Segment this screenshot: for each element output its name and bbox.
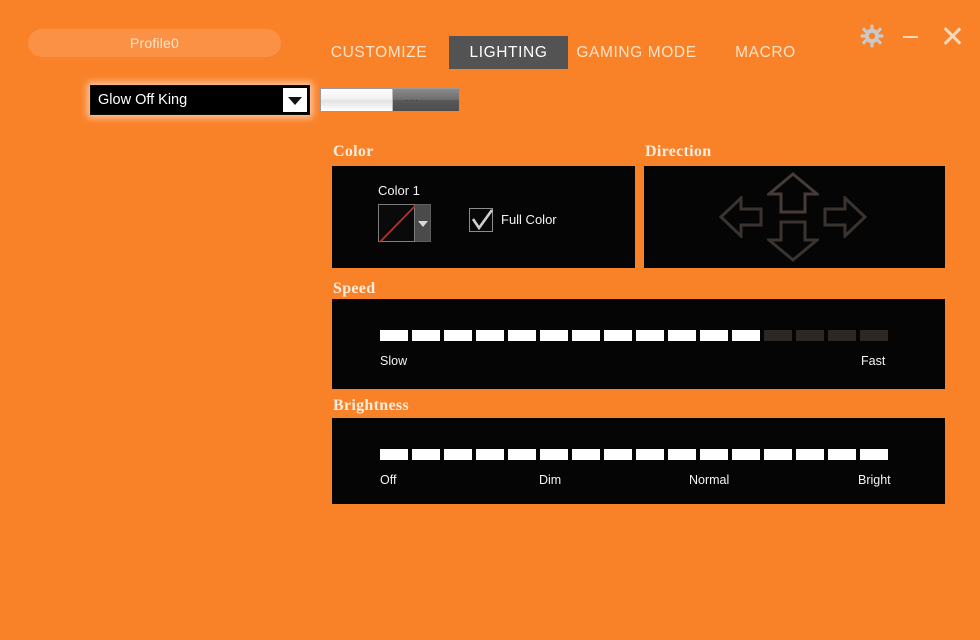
tab-customize[interactable]: CUSTOMIZE [325, 36, 433, 69]
brightness-segment[interactable] [444, 449, 472, 460]
brightness-segment[interactable] [412, 449, 440, 460]
brightness-slider[interactable] [380, 449, 888, 460]
speed-segment[interactable] [476, 330, 504, 341]
chevron-down-icon[interactable] [283, 88, 307, 112]
speed-segment[interactable] [604, 330, 632, 341]
speed-segment[interactable] [732, 330, 760, 341]
direction-section-label: Direction [645, 143, 712, 160]
brightness-segment[interactable] [700, 449, 728, 460]
brightness-segment[interactable] [828, 449, 856, 460]
color-section-label: Color [333, 143, 374, 160]
speed-segment[interactable] [380, 330, 408, 341]
color1-swatch-group[interactable] [378, 204, 431, 243]
brightness-segment[interactable] [572, 449, 600, 460]
brightness-segment[interactable] [732, 449, 760, 460]
brightness-segment[interactable] [636, 449, 664, 460]
effect-dropdown[interactable]: Glow Off King [90, 85, 310, 115]
minimize-icon[interactable] [896, 22, 926, 50]
speed-segment[interactable] [668, 330, 696, 341]
brightness-tick-dim: Dim [539, 473, 562, 487]
speed-segment[interactable] [860, 330, 888, 341]
lighting-app-window: Profile0 CUSTOMIZE LIGHTING GAMING MODE … [0, 0, 980, 640]
speed-tick-fast: Fast [861, 354, 886, 368]
tab-gaming-mode[interactable]: GAMING MODE [572, 36, 701, 69]
speed-segment[interactable] [700, 330, 728, 341]
gear-icon[interactable] [858, 22, 886, 50]
profile-button[interactable]: Profile0 [28, 29, 281, 57]
brightness-segment[interactable] [668, 449, 696, 460]
tab-macro[interactable]: MACRO [723, 36, 808, 69]
effect-dropdown-box[interactable]: Glow Off King [90, 85, 310, 115]
speed-segment[interactable] [764, 330, 792, 341]
brightness-tick-normal: Normal [689, 473, 730, 487]
speed-panel: Slow Fast [332, 299, 945, 389]
effect-scrollbar-thumb[interactable] [321, 89, 393, 111]
speed-slider[interactable] [380, 330, 888, 341]
brightness-segment[interactable] [380, 449, 408, 460]
speed-segment[interactable] [796, 330, 824, 341]
brightness-segment[interactable] [604, 449, 632, 460]
no-color-slash-icon [379, 205, 416, 243]
brightness-segment[interactable] [860, 449, 888, 460]
direction-arrow-left[interactable] [718, 194, 763, 240]
brightness-segment[interactable] [764, 449, 792, 460]
speed-tick-slow: Slow [380, 354, 408, 368]
speed-section-label: Speed [333, 280, 376, 297]
tab-lighting[interactable]: LIGHTING [449, 36, 568, 69]
brightness-section-label: Brightness [333, 397, 409, 414]
direction-panel [644, 166, 945, 268]
color1-label: Color 1 [378, 183, 420, 198]
speed-segment[interactable] [444, 330, 472, 341]
speed-segment[interactable] [636, 330, 664, 341]
full-color-checkbox[interactable] [469, 208, 494, 232]
brightness-segment[interactable] [476, 449, 504, 460]
titlebar: Profile0 CUSTOMIZE LIGHTING GAMING MODE … [0, 0, 980, 78]
speed-segment[interactable] [412, 330, 440, 341]
direction-arrow-down[interactable] [764, 220, 822, 262]
speed-segment[interactable] [508, 330, 536, 341]
speed-segment[interactable] [828, 330, 856, 341]
brightness-panel: Off Dim Normal Bright [332, 418, 945, 504]
brightness-tick-off: Off [380, 473, 397, 487]
scrollbar-grip-icon: ··· [405, 95, 420, 105]
speed-segment[interactable] [572, 330, 600, 341]
checkmark-icon [471, 209, 494, 231]
close-icon[interactable] [937, 21, 967, 51]
speed-segment[interactable] [540, 330, 568, 341]
color-panel: Color 1 Full Color [332, 166, 635, 268]
brightness-tick-bright: Bright [858, 473, 891, 487]
full-color-label: Full Color [501, 212, 557, 227]
effect-scrollbar[interactable]: ··· [320, 88, 460, 112]
direction-pad [713, 170, 873, 264]
profile-button-label: Profile0 [129, 35, 180, 51]
effect-dropdown-value: Glow Off King [98, 92, 188, 108]
color1-swatch[interactable] [378, 204, 416, 243]
brightness-segment[interactable] [796, 449, 824, 460]
brightness-segment[interactable] [540, 449, 568, 460]
brightness-segment[interactable] [508, 449, 536, 460]
direction-arrow-right[interactable] [823, 194, 868, 240]
direction-arrow-up[interactable] [764, 172, 822, 214]
color1-dropdown-caret-down-icon[interactable] [415, 204, 431, 242]
